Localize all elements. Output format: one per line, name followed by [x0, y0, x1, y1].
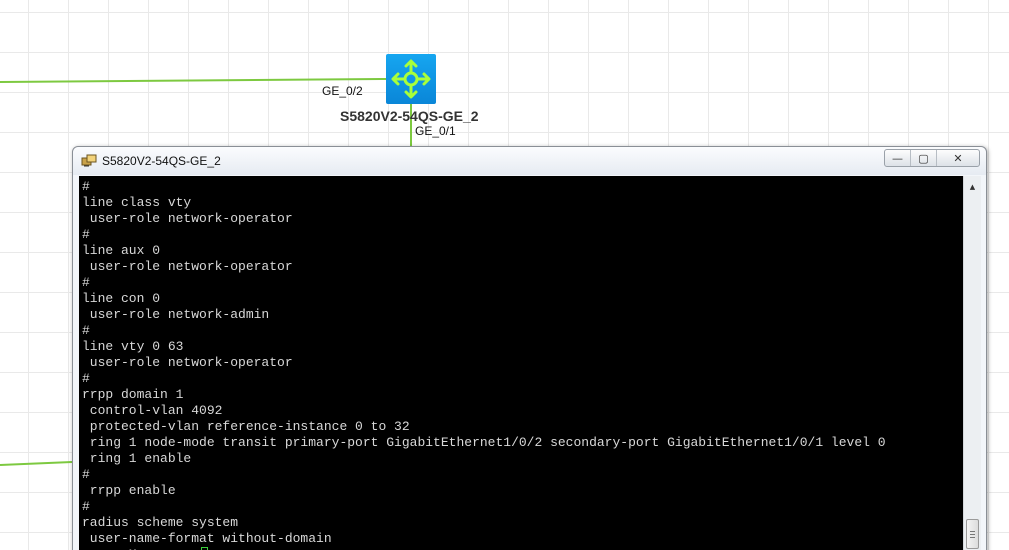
terminal-line: user-name-format without-domain [82, 531, 332, 546]
console-title: S5820V2-54QS-GE_2 [102, 154, 221, 168]
terminal-line: # [82, 371, 90, 386]
terminal-line: line aux 0 [82, 243, 161, 258]
terminal-line: # [82, 499, 90, 514]
scroll-thumb[interactable] [966, 519, 979, 549]
console-titlebar[interactable]: S5820V2-54QS-GE_2 — ▢ ✕ [73, 147, 986, 175]
terminal-line: # [82, 179, 90, 194]
close-button[interactable]: ✕ [937, 150, 979, 166]
terminal-line: # [82, 275, 90, 290]
terminal-line: line con 0 [82, 291, 161, 306]
console-window[interactable]: S5820V2-54QS-GE_2 — ▢ ✕ # line class vty … [72, 146, 987, 550]
thumb-grip-line [970, 531, 975, 532]
port-label-ge-0-2: GE_0/2 [322, 84, 363, 98]
terminal-line: user-role network-operator [82, 259, 293, 274]
terminal-line: ring 1 node-mode transit primary-port Gi… [82, 435, 886, 450]
terminal-line: line class vty [82, 195, 192, 210]
link-ge-0-2[interactable] [0, 78, 387, 83]
thumb-grip-line [970, 534, 975, 535]
vertical-scrollbar[interactable]: ▲ [963, 176, 981, 550]
terminal-line: radius scheme system [82, 515, 239, 530]
terminal-lines: # line class vty user-role network-operat… [79, 176, 963, 550]
terminal-line: rrpp enable [82, 483, 176, 498]
minimize-button[interactable]: — [885, 150, 911, 166]
terminal-line: # [82, 227, 90, 242]
layer3-switch-icon[interactable] [386, 54, 436, 104]
maximize-button[interactable]: ▢ [911, 150, 937, 166]
thumb-grip-line [970, 537, 975, 538]
terminal-line: user-role network-operator [82, 211, 293, 226]
window-controls: — ▢ ✕ [884, 149, 980, 167]
terminal-line: user-role network-operator [82, 355, 293, 370]
terminal-line: # [82, 467, 90, 482]
port-label-ge-0-1: GE_0/1 [415, 124, 456, 138]
terminal-output[interactable]: # line class vty user-role network-operat… [79, 176, 963, 550]
terminal-line: # [82, 323, 90, 338]
terminal-line: control-vlan 4092 [82, 403, 223, 418]
terminal-line: ring 1 enable [82, 451, 192, 466]
terminal-line: user-role network-admin [82, 307, 270, 322]
terminal-line: protected-vlan reference-instance 0 to 3… [82, 419, 410, 434]
terminal-line: rrpp domain 1 [82, 387, 184, 402]
terminal-window-icon [81, 154, 97, 167]
device-name-label[interactable]: S5820V2-54QS-GE_2 [340, 108, 479, 124]
terminal-line: line vty 0 63 [82, 339, 184, 354]
link-left-lower[interactable] [0, 461, 73, 466]
scroll-up-arrow[interactable]: ▲ [964, 178, 981, 195]
